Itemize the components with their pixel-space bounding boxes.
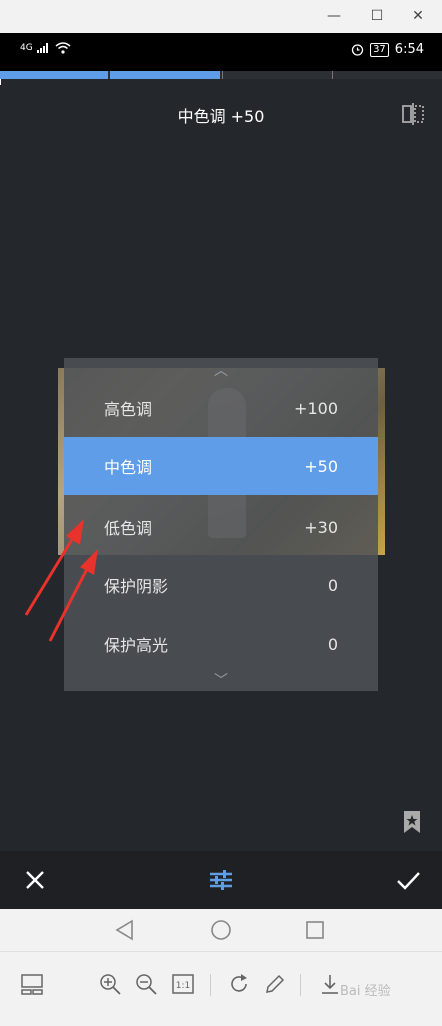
menu-item-label: 中色调: [104, 458, 153, 477]
annotation-arrows: [24, 519, 98, 642]
confirm-icon[interactable]: [393, 865, 423, 895]
battery-indicator: 37: [370, 42, 389, 57]
progress-segment-2: [110, 71, 220, 79]
phone-screen: 4G 37 6:54 中色调 +50 ︿ 高色调 +100 中色调 +50 低色…: [0, 33, 442, 909]
zoom-in-icon[interactable]: [98, 972, 122, 996]
maximize-button[interactable]: ☐: [366, 6, 388, 26]
toolbar-divider: [210, 974, 211, 996]
progress-segment-4: [332, 71, 442, 79]
adjust-title: 中色调 +50: [177, 107, 265, 126]
bookmark-icon[interactable]: [402, 810, 422, 834]
compare-icon[interactable]: [402, 103, 424, 125]
alarm-icon: [351, 44, 364, 56]
download-icon[interactable]: [318, 972, 342, 996]
menu-item-value: +100: [294, 398, 338, 418]
zoom-out-icon[interactable]: [134, 972, 158, 996]
back-icon[interactable]: [114, 919, 136, 941]
chevron-up-icon[interactable]: ︿: [64, 360, 378, 380]
menu-item-label: 保护高光: [104, 636, 169, 655]
minimize-button[interactable]: —: [323, 6, 345, 26]
clock: 6:54: [394, 42, 424, 57]
tone-adjust-menu: ︿ 高色调 +100 中色调 +50 低色调 +30 保护阴影 0 保护高光 0…: [64, 358, 378, 691]
menu-item-protect-highlights[interactable]: 保护高光 0: [64, 615, 378, 673]
menu-item-shadows[interactable]: 低色调 +30: [64, 498, 378, 556]
menu-item-midtones[interactable]: 中色调 +50: [64, 437, 378, 495]
svg-text:1:1: 1:1: [176, 981, 190, 991]
menu-item-highlights[interactable]: 高色调 +100: [64, 379, 378, 437]
network-label: 4G: [20, 43, 33, 53]
menu-item-label: 保护阴影: [104, 577, 169, 596]
actual-size-icon[interactable]: 1:1: [171, 972, 195, 996]
system-nav-bar: [0, 909, 442, 951]
menu-item-value: +50: [304, 456, 338, 476]
window-titlebar: — ☐ ✕: [0, 0, 442, 33]
recents-icon[interactable]: [304, 919, 326, 941]
gallery-icon[interactable]: [20, 972, 44, 996]
progress-tick: [0, 79, 1, 85]
menu-item-value: 0: [327, 634, 338, 654]
menu-item-label: 低色调: [104, 519, 153, 538]
watermark: Bai 经验: [340, 984, 391, 999]
step-progress: [0, 71, 442, 85]
progress-segment-1: [0, 71, 108, 79]
close-window-button[interactable]: ✕: [407, 6, 429, 26]
progress-segment-3: [222, 71, 330, 79]
action-bar: [0, 851, 442, 909]
cancel-icon[interactable]: [20, 865, 50, 895]
menu-item-protect-shadows[interactable]: 保护阴影 0: [64, 556, 378, 614]
wifi-icon: [55, 42, 71, 54]
edit-pencil-icon[interactable]: [263, 972, 287, 996]
adjust-sliders-icon[interactable]: [206, 865, 236, 895]
status-bar: 4G 37 6:54: [0, 33, 442, 71]
signal-icon: [36, 43, 48, 53]
chevron-down-icon[interactable]: ﹀: [64, 670, 378, 690]
toolbar-divider: [300, 974, 301, 996]
rotate-icon[interactable]: [227, 972, 251, 996]
menu-item-label: 高色调: [104, 400, 153, 419]
home-icon[interactable]: [210, 919, 232, 941]
menu-item-value: +30: [304, 517, 338, 537]
menu-item-value: 0: [327, 575, 338, 595]
